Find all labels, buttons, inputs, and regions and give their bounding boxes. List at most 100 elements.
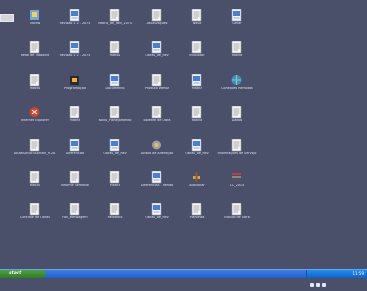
desktop-icon[interactable]: Obras_de_Rev <box>140 201 174 227</box>
document-icon <box>109 104 120 119</box>
desktop-icon-label: Planilhas <box>189 216 205 219</box>
desktop-icon[interactable]: Ratios <box>18 72 52 98</box>
document-icon <box>69 201 80 216</box>
desktop-icon[interactable]: Matriz <box>98 169 132 195</box>
document-icon <box>151 72 162 87</box>
desktop-icon[interactable]: AtulaSonucuSonlari_9.2010 <box>14 137 56 163</box>
application-icon <box>191 169 202 182</box>
desktop-icon-label: Internet Explorer <box>21 119 49 122</box>
desktop-icon-label: Novo_Planejamento <box>98 119 132 122</box>
desktop-icon[interactable]: Avisos de Alteração <box>140 137 174 163</box>
desktop-icon[interactable]: Revisão 1 2 - 2074 <box>58 7 92 33</box>
desktop-icon[interactable]: Adicionar <box>180 169 214 195</box>
desktop-icon-label: Atualizações <box>146 22 168 25</box>
desktop-icon[interactable]: Vdraw <box>18 7 52 33</box>
desktop-icon[interactable]: Dados <box>220 104 254 130</box>
desktop-icon-label: Gerar <box>232 22 242 25</box>
document-icon <box>69 39 80 54</box>
desktop-icon[interactable]: Matriz <box>180 72 214 98</box>
desktop-icon[interactable]: Informações de Serviço <box>218 137 256 163</box>
desktop-icon[interactable]: Fax_Mensagem <box>58 201 92 227</box>
desktop-icon[interactable]: Diferencias - Renda <box>140 169 174 195</box>
desktop-icon[interactable]: LC_2014 <box>220 169 254 195</box>
document-icon <box>151 169 162 184</box>
desktop-icon[interactable]: Rotina <box>180 104 214 130</box>
document-icon <box>69 169 80 184</box>
desktop-icon[interactable]: Rede de Trabalho <box>18 39 52 65</box>
document-icon <box>109 39 120 54</box>
desktop-icon[interactable]: Diferencias <box>58 137 92 163</box>
document-icon <box>151 39 162 54</box>
desktop-icon-label: Novo <box>192 22 202 25</box>
desktop-icon-label: Matriz <box>109 184 121 187</box>
desktop-icon-label: Matriz <box>69 119 81 122</box>
desktop-icon[interactable]: Obras_de_Rev <box>180 137 214 163</box>
application-icon <box>231 169 242 182</box>
desktop-icon[interactable]: Matriz_de_Rev_2074 <box>98 7 132 33</box>
desktop-edge-tab[interactable] <box>0 14 14 22</box>
document-icon <box>69 137 80 152</box>
desktop-icon[interactable]: Novo <box>180 7 214 33</box>
desktop-icon-label: Adicionar <box>189 184 205 187</box>
desktop-icon[interactable]: Atualizações <box>140 7 174 33</box>
desktop-icon[interactable]: Revisão 2 2 - 2074 <box>58 39 92 65</box>
document-icon <box>69 104 80 119</box>
desktop-icon-label: Ratios <box>29 184 41 187</box>
network-icon[interactable] <box>310 283 314 287</box>
desktop-icon-label: Obras_de_Rev <box>145 216 169 219</box>
desktop-icon[interactable]: Obras_de_Rev <box>98 137 132 163</box>
desktop-icon-label: Matriz_de_Rev_2074 <box>98 22 132 25</box>
desktop-icon[interactable]: Boletim de Obra <box>140 104 174 130</box>
desktop-icon[interactable]: Programação <box>58 72 92 98</box>
clock: 11:59 <box>352 271 364 276</box>
desktop-icon[interactable]: Matriz <box>58 104 92 130</box>
desktop-icon[interactable]: Planilhas <box>180 201 214 227</box>
document-icon <box>191 201 202 216</box>
document-icon <box>231 7 242 22</box>
desktop-icon[interactable]: Documento <box>98 72 132 98</box>
desktop-icon-label: LC_2014 <box>229 184 245 187</box>
document-icon <box>109 137 120 152</box>
desktop-icon-label: Conexões Remotas <box>221 87 253 90</box>
desktop-icon[interactable]: Rotina <box>220 39 254 65</box>
document-icon <box>109 72 120 87</box>
desktop-icon[interactable]: Ratios <box>18 169 52 195</box>
desktop-icon-label: Obras_de_Rev <box>103 152 127 155</box>
desktop-icon[interactable]: Estudo de Obra <box>220 201 254 227</box>
desktop-icon-label: Fax_Mensagem <box>62 216 88 219</box>
desktop-icon[interactable]: Novo_Planejamento <box>98 104 132 130</box>
application-icon <box>29 7 40 20</box>
document-icon <box>191 39 202 54</box>
start-button[interactable]: start <box>0 270 46 278</box>
desktop-icon-label: Rotina <box>231 54 243 57</box>
document-icon <box>29 201 40 216</box>
document-icon <box>29 137 40 152</box>
desktop-icon-label: Estudo de Obra <box>224 216 250 219</box>
tray-icons <box>310 272 340 287</box>
application-icon <box>231 72 242 85</box>
desktop-icon[interactable]: Informe Semanal <box>58 169 92 195</box>
desktop-icon[interactable]: Controle de Obras <box>18 201 52 227</box>
desktop-icon-label: Rede de Trabalho <box>20 54 50 57</box>
desktop-icon-label: Vdraw <box>29 22 41 25</box>
document-icon <box>151 201 162 216</box>
desktop-icon[interactable]: Indicador <box>180 39 214 65</box>
desktop-icon[interactable]: Relatorio <box>98 201 132 227</box>
volume-icon[interactable] <box>316 283 320 287</box>
desktop-icon-label: Obras_de_Rev <box>145 54 169 57</box>
desktop-icon-label: Boletim de Obra <box>143 119 171 122</box>
desktop-icon[interactable]: Conexões Remotas <box>220 72 254 98</box>
security-icon[interactable] <box>322 283 326 287</box>
desktop-icon-label: Ratios <box>109 54 121 57</box>
desktop-icon[interactable]: Internet Explorer <box>18 104 52 130</box>
desktop-icon[interactable]: Gerar <box>220 7 254 33</box>
desktop-icon-label: Avisos de Alteração <box>140 152 174 155</box>
document-icon <box>231 201 242 216</box>
desktop-icon[interactable]: Produto Wentz <box>140 72 174 98</box>
document-icon <box>109 201 120 216</box>
desktop-icon[interactable]: Obras_de_Rev <box>140 39 174 65</box>
application-icon <box>29 104 40 117</box>
desktop-icon[interactable]: Ratios <box>98 39 132 65</box>
desktop-icon-label: Diferencias <box>65 152 85 155</box>
desktop-icon-label: Obras_de_Rev <box>185 152 209 155</box>
